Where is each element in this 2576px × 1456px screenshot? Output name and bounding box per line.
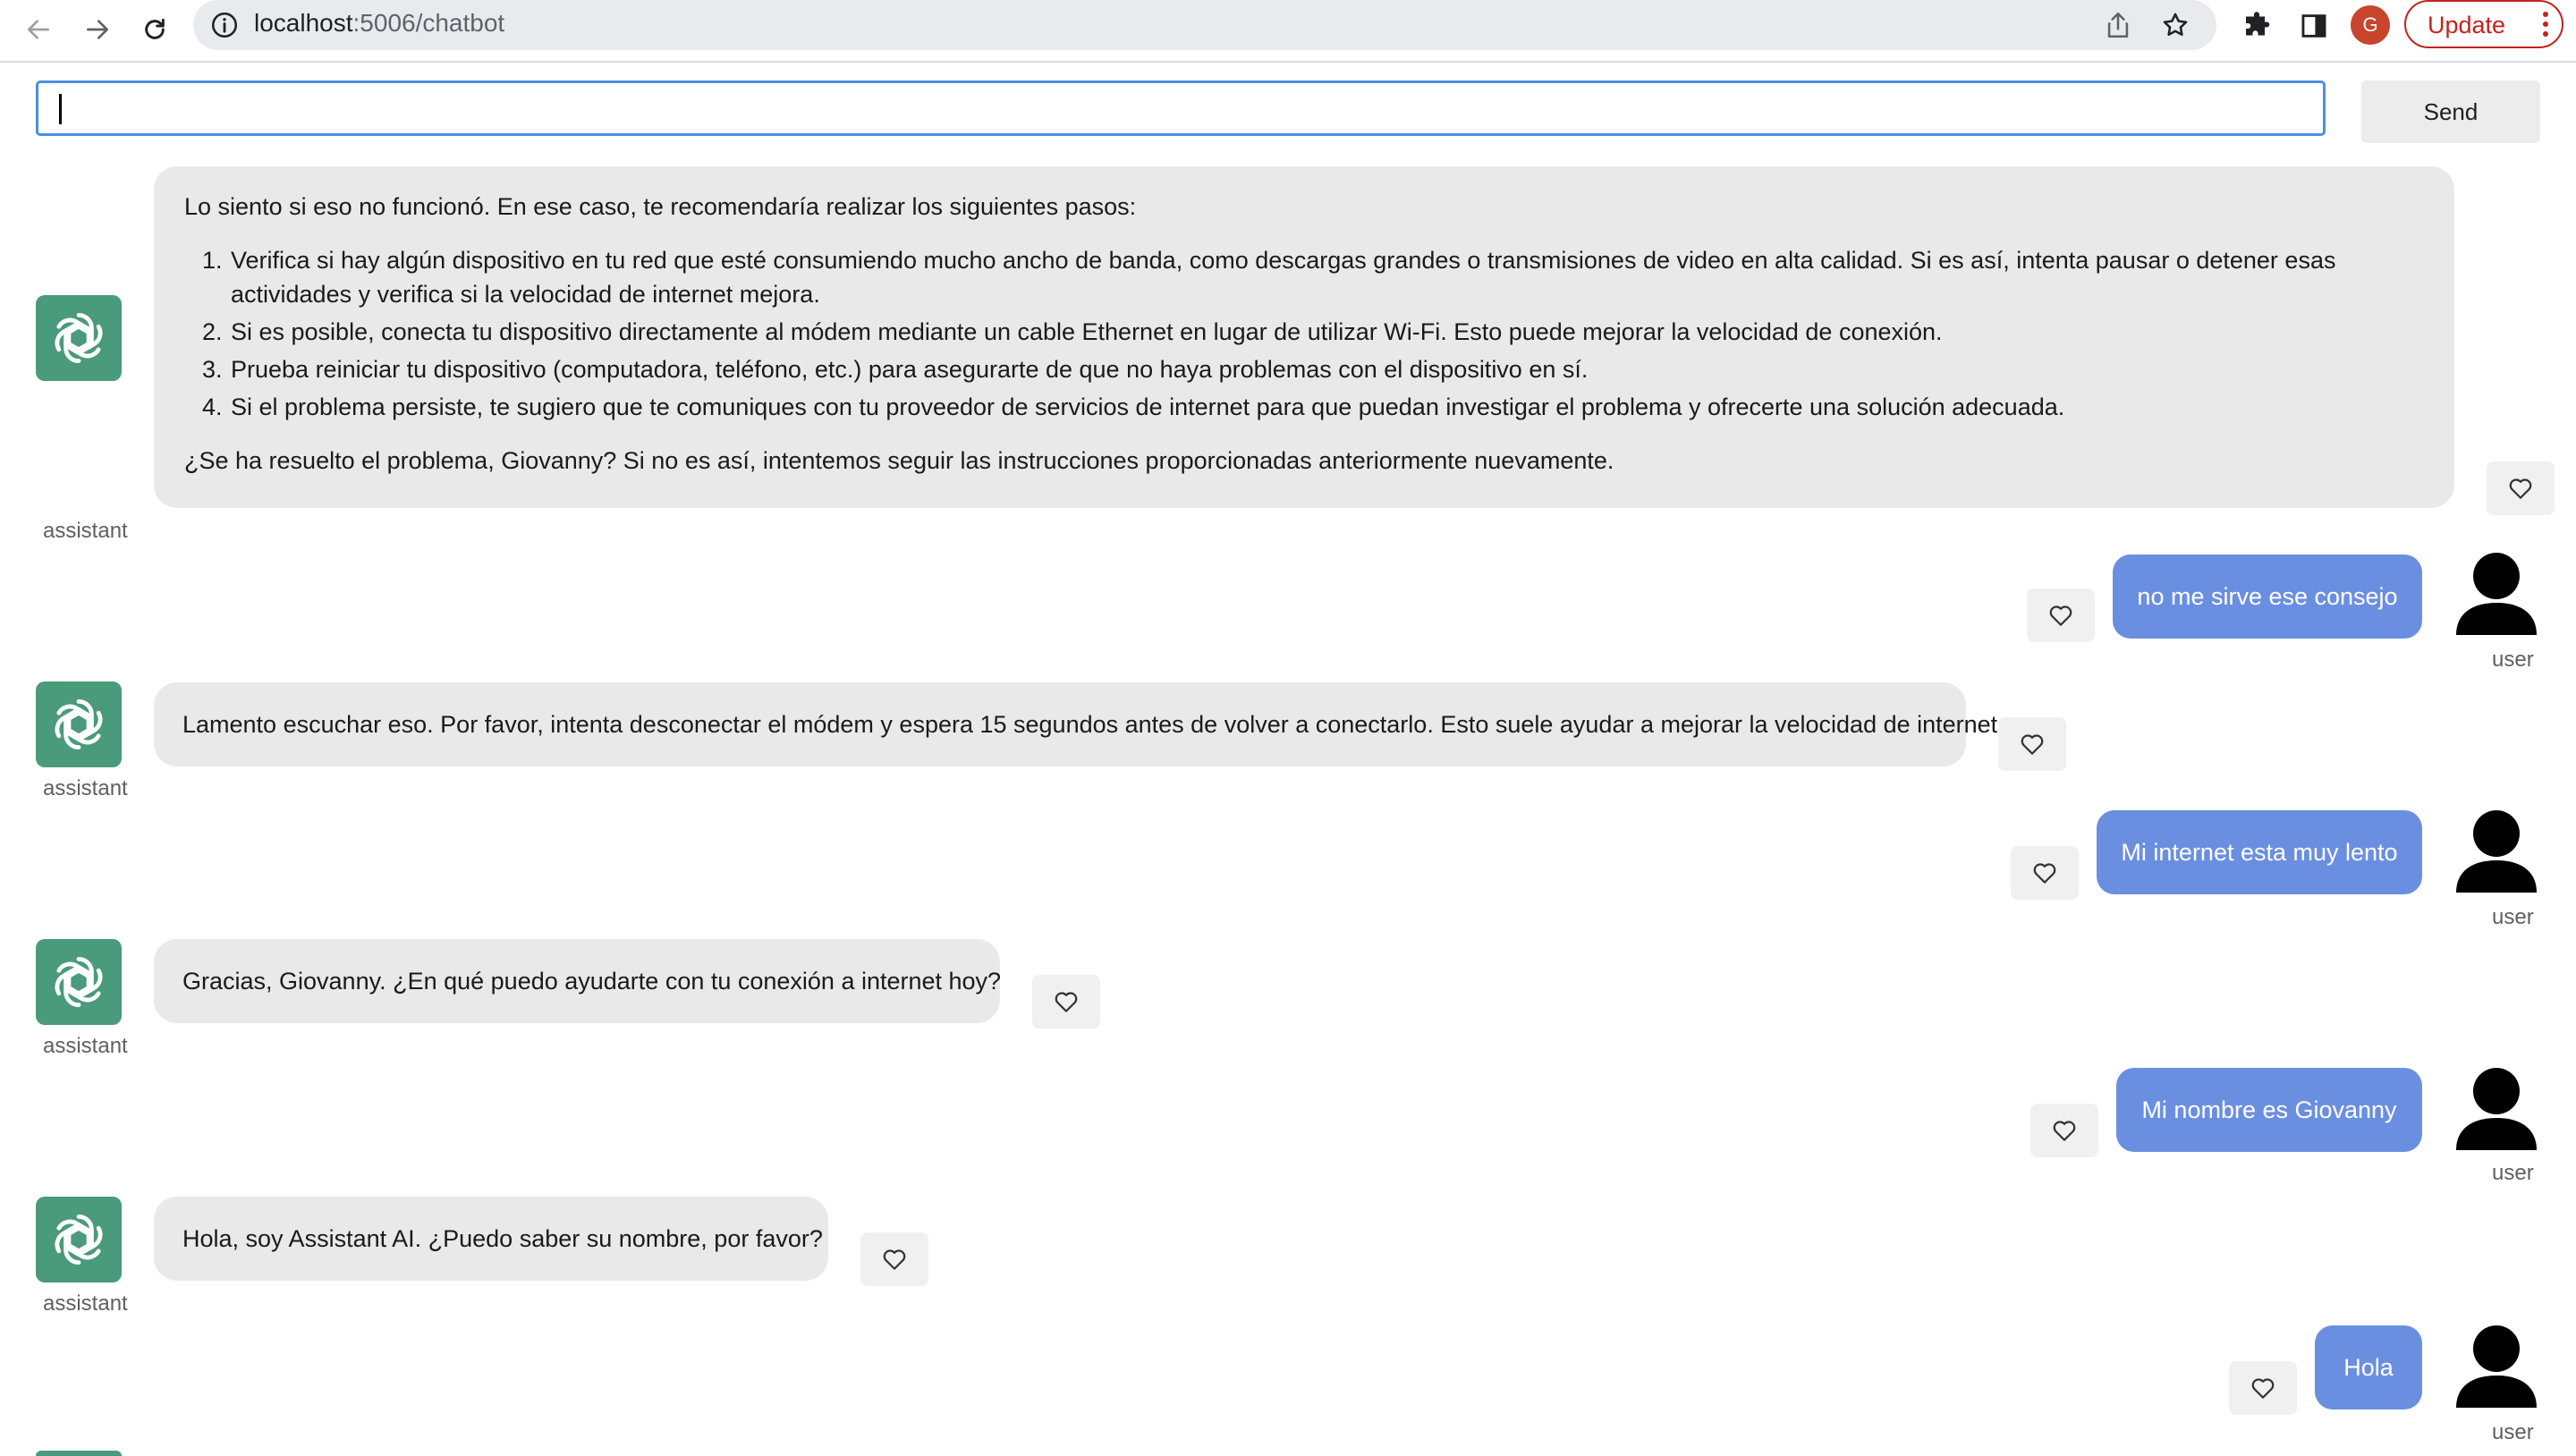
steps-list: Verifica si hay algún dispositivo en tu … <box>229 243 2424 424</box>
like-button[interactable] <box>1032 975 1100 1029</box>
message-intro: Lo siento si eso no funcionó. En ese cas… <box>184 193 1137 220</box>
puzzle-icon <box>2246 12 2270 36</box>
role-label-assistant: assistant <box>43 1291 128 1316</box>
user-avatar-icon <box>2454 1324 2538 1413</box>
like-button[interactable] <box>2027 588 2095 642</box>
like-button[interactable] <box>2487 461 2555 515</box>
role-label-user: user <box>2492 905 2534 929</box>
browser-toolbar: localhost:5006/chatbot G Update <box>0 0 2576 63</box>
step-item: Si el problema persiste, te sugiero que … <box>229 390 2424 424</box>
update-label: Update <box>2428 12 2506 38</box>
like-button[interactable] <box>2229 1361 2297 1415</box>
extensions-button[interactable] <box>2236 5 2277 47</box>
user-message-bubble: no me sirve ese consejo <box>2113 554 2422 639</box>
arrow-right-icon <box>87 20 108 39</box>
openai-logo-icon <box>43 946 114 1018</box>
star-icon <box>2163 13 2188 37</box>
arrow-left-icon <box>28 20 49 39</box>
heart-outline-icon <box>2250 1375 2276 1401</box>
url-host: localhost <box>254 9 353 37</box>
openai-logo-icon <box>43 1204 114 1275</box>
url-path: :5006/chatbot <box>352 9 505 37</box>
info-icon[interactable] <box>209 10 240 40</box>
step-item: Si es posible, conecta tu dispositivo di… <box>229 315 2424 349</box>
role-label-assistant: assistant <box>43 519 128 543</box>
role-label-assistant: assistant <box>43 1034 128 1058</box>
share-icon <box>2107 12 2129 38</box>
heart-outline-icon <box>2507 475 2534 502</box>
assistant-avatar <box>36 939 122 1025</box>
update-button[interactable]: Update <box>2404 0 2563 48</box>
user-message-bubble: Mi nombre es Giovanny <box>2116 1068 2422 1152</box>
assistant-avatar <box>36 1197 122 1282</box>
reload-icon <box>145 18 165 39</box>
bookmark-button[interactable] <box>2157 7 2193 43</box>
user-message-bubble: Hola <box>2315 1325 2422 1409</box>
text-caret <box>59 94 62 124</box>
assistant-message-bubble: Hola, soy Assistant AI. ¿Puedo saber su … <box>154 1197 828 1281</box>
more-vertical-icon <box>2543 12 2548 37</box>
assistant-avatar <box>36 1451 122 1456</box>
heart-outline-icon <box>2047 602 2074 629</box>
reload-button[interactable] <box>131 5 179 54</box>
user-avatar-icon <box>2454 808 2538 898</box>
role-label-user: user <box>2492 1161 2534 1185</box>
heart-outline-icon <box>1053 988 1080 1015</box>
share-button[interactable] <box>2100 7 2136 43</box>
user-avatar-icon <box>2454 551 2538 640</box>
assistant-avatar <box>36 295 122 381</box>
like-button[interactable] <box>1998 717 2066 771</box>
like-button[interactable] <box>2030 1104 2098 1157</box>
assistant-avatar <box>36 681 122 767</box>
side-panel-icon <box>2301 14 2326 38</box>
address-bar[interactable]: localhost:5006/chatbot <box>193 0 2216 50</box>
step-item: Verifica si hay algún dispositivo en tu … <box>229 243 2424 311</box>
url-text: localhost:5006/chatbot <box>254 9 504 38</box>
openai-logo-icon <box>43 302 114 374</box>
heart-outline-icon <box>2019 731 2046 758</box>
assistant-message-bubble: Gracias, Giovanny. ¿En qué puedo ayudart… <box>154 939 1001 1023</box>
heart-outline-icon <box>881 1246 908 1273</box>
openai-logo-icon <box>43 689 114 760</box>
back-button[interactable] <box>14 5 63 54</box>
message-input[interactable] <box>36 80 2326 136</box>
role-label-user: user <box>2492 1420 2534 1444</box>
side-panel-button[interactable] <box>2293 5 2334 47</box>
heart-outline-icon <box>2031 859 2058 886</box>
like-button[interactable] <box>860 1232 928 1286</box>
assistant-message-bubble: Lamento escuchar eso. Por favor, intenta… <box>154 682 2004 766</box>
role-label-assistant: assistant <box>43 776 128 800</box>
role-label-user: user <box>2492 648 2534 672</box>
step-item: Prueba reiniciar tu dispositivo (computa… <box>229 352 2424 386</box>
profile-avatar[interactable]: G <box>2351 5 2390 45</box>
user-avatar-icon <box>2454 1066 2538 1155</box>
heart-outline-icon <box>2051 1117 2078 1144</box>
like-button[interactable] <box>2011 846 2079 900</box>
forward-button[interactable] <box>73 5 122 54</box>
send-button[interactable]: Send <box>2361 80 2540 143</box>
user-message-bubble: Mi internet esta muy lento <box>2097 810 2422 894</box>
assistant-message-bubble: Lo siento si eso no funcionó. En ese cas… <box>154 166 2454 508</box>
message-outro: ¿Se ha resuelto el problema, Giovanny? S… <box>184 447 1614 474</box>
